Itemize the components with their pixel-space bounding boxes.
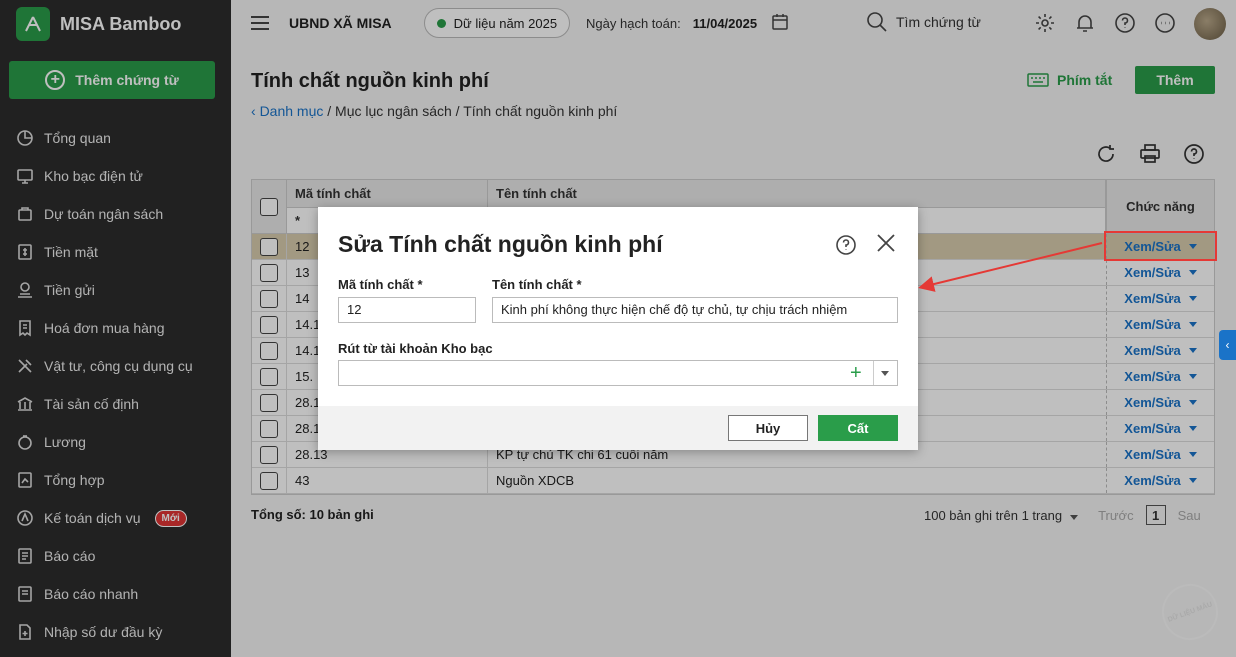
- name-label: Tên tính chất *: [492, 277, 582, 292]
- account-combobox[interactable]: [338, 360, 898, 386]
- highlight-box: [1104, 231, 1217, 261]
- side-panel-toggle[interactable]: ‹: [1219, 330, 1236, 360]
- add-icon[interactable]: +: [850, 363, 862, 383]
- name-input[interactable]: Kinh phí không thực hiện chế độ tự chủ, …: [492, 297, 898, 323]
- help-icon[interactable]: [835, 234, 857, 259]
- code-input[interactable]: 12: [338, 297, 476, 323]
- save-button[interactable]: Cất: [818, 415, 898, 441]
- combo-divider: [873, 361, 874, 385]
- account-label: Rút từ tài khoản Kho bạc: [338, 341, 493, 356]
- code-label: Mã tính chất *: [338, 277, 423, 292]
- cancel-button[interactable]: Hủy: [728, 415, 808, 441]
- dialog-title: Sửa Tính chất nguồn kinh phí: [338, 231, 663, 257]
- close-icon[interactable]: [875, 232, 897, 257]
- edit-dialog: Sửa Tính chất nguồn kinh phí Mã tính chấ…: [318, 207, 918, 450]
- chevron-down-icon[interactable]: [881, 371, 889, 376]
